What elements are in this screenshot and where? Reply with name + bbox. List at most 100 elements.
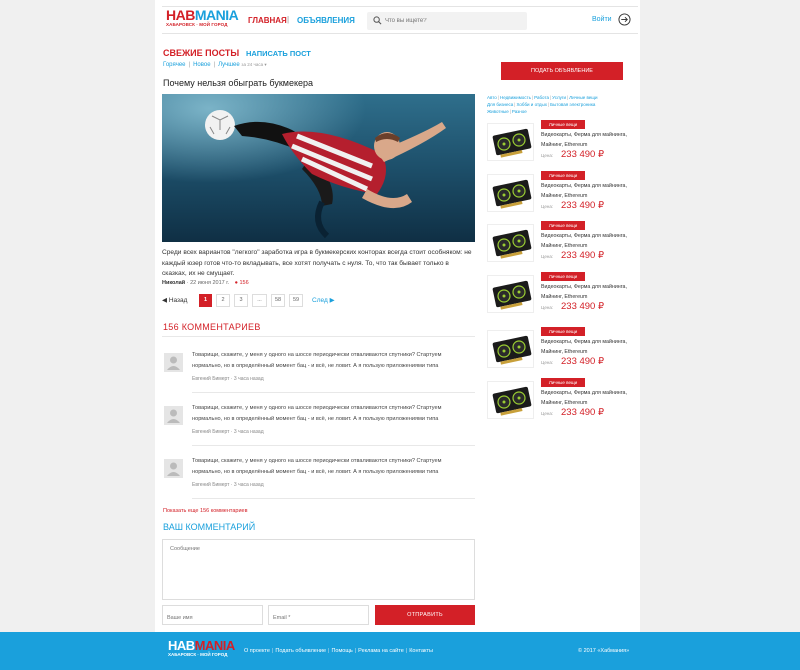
ad-title[interactable]: Видеокарты, Ферма для майнинга, Майнинг,…	[541, 182, 641, 201]
footer-logo-accent: MANIA	[194, 638, 236, 653]
footer-logo[interactable]: HABMANIA ХАБАРОВСК · МОЙ ГОРОД	[168, 639, 235, 663]
ad-title[interactable]: Видеокарты, Ферма для майнинга, Майнинг,…	[541, 232, 641, 251]
article-comment-count[interactable]: 156	[240, 280, 249, 286]
ad-category-badge[interactable]: Личные вещи	[541, 221, 585, 230]
category-link[interactable]: Недвижимость	[500, 95, 531, 100]
filter-sep: |	[213, 62, 216, 68]
nav-home[interactable]: Главная	[248, 16, 287, 25]
category-link[interactable]: Услуги	[552, 95, 566, 100]
category-link[interactable]: Разное	[512, 109, 527, 114]
category-link[interactable]: Хобби и отдых	[516, 102, 547, 107]
login-link[interactable]: Войти	[592, 16, 612, 23]
footer-logo-tagline: ХАБАРОВСК · МОЙ ГОРОД	[168, 652, 228, 657]
ad-card[interactable]: Личные вещи Видеокарты, Ферма для майнинг…	[487, 171, 637, 217]
ad-card[interactable]: Личные вещи Видеокарты, Ферма для майнинг…	[487, 327, 637, 373]
post-filters: Горячее | Новое | Лучшее за 24 часа ▾	[163, 62, 267, 68]
email-field[interactable]	[269, 609, 368, 627]
ad-card[interactable]: Личные вещи Видеокарты, Ферма для майнинг…	[487, 378, 637, 424]
avatar[interactable]	[164, 353, 183, 372]
ad-thumbnail[interactable]	[487, 123, 534, 161]
category-link[interactable]: Работа	[534, 95, 549, 100]
category-link[interactable]: Для бизнеса	[487, 102, 513, 107]
footer-link-advertising[interactable]: Реклама на сайте	[358, 648, 404, 654]
article-author[interactable]: Николай	[162, 280, 185, 286]
ad-thumbnail[interactable]	[487, 381, 534, 419]
name-field-wrap	[162, 605, 263, 627]
divider	[192, 392, 475, 393]
ad-card[interactable]: Личные вещи Видеокарты, Ферма для майнинг…	[487, 120, 637, 166]
show-more-comments-link[interactable]: Показать еще 156 комментариев	[163, 508, 248, 514]
gpu-image	[492, 280, 532, 310]
search-box[interactable]	[367, 12, 527, 30]
ad-price: 233 490 ₽	[561, 407, 605, 418]
login-arrow-icon[interactable]	[618, 13, 631, 26]
pager-ellipsis: ...	[252, 294, 267, 307]
ad-price: 233 490 ₽	[561, 200, 605, 211]
underwater-footballer-image	[162, 94, 475, 242]
ad-price-label: Цена:	[541, 254, 554, 259]
name-field[interactable]	[163, 609, 262, 627]
ad-thumbnail[interactable]	[487, 275, 534, 313]
comment-text: Товарищи, скажите, у меня у одного на шо…	[192, 458, 442, 475]
pager-page-1[interactable]: 1	[199, 294, 212, 307]
ad-card[interactable]: Личные вещи Видеокарты, Ферма для майнинг…	[487, 272, 637, 318]
pager-page-58[interactable]: 58	[271, 294, 285, 307]
site-logo[interactable]: HABMANIA ХАБАРОВСК · МОЙ ГОРОД	[166, 7, 239, 33]
footer-sep: |	[405, 648, 408, 654]
pager-prev[interactable]: ◀ Назад	[162, 296, 187, 304]
filter-hot[interactable]: Горячее	[163, 62, 186, 68]
page: HABMANIA ХАБАРОВСК · МОЙ ГОРОД Главная |…	[0, 0, 800, 670]
write-post-link[interactable]: Написать пост	[246, 49, 311, 58]
category-link[interactable]: Личные вещи	[569, 95, 597, 100]
pager-page-59[interactable]: 59	[289, 294, 303, 307]
comment-textarea-wrap	[162, 539, 475, 600]
ad-price: 233 490 ₽	[561, 149, 605, 160]
article-title[interactable]: Почему нельзя обыграть букмекера	[163, 78, 313, 88]
footer-link-about[interactable]: О проекте	[244, 648, 270, 654]
ad-price: 233 490 ₽	[561, 301, 605, 312]
ad-title[interactable]: Видеокарты, Ферма для майнинга, Майнинг,…	[541, 389, 641, 408]
ad-title[interactable]: Видеокарты, Ферма для майнинга, Майнинг,…	[541, 338, 641, 357]
ad-category-badge[interactable]: Личные вещи	[541, 327, 585, 336]
category-link[interactable]: Животные	[487, 109, 509, 114]
article-image[interactable]	[162, 94, 475, 242]
search-input[interactable]	[385, 14, 523, 28]
post-ad-button[interactable]: Подать объявление	[501, 62, 623, 80]
avatar[interactable]	[164, 406, 183, 425]
ad-category-badge[interactable]: Личные вещи	[541, 378, 585, 387]
footer-link-post-ad[interactable]: Подать объявление	[275, 648, 326, 654]
category-link[interactable]: Авто	[487, 95, 497, 100]
avatar[interactable]	[164, 459, 183, 478]
filter-new[interactable]: Новое	[193, 62, 210, 68]
ad-card[interactable]: Личные вещи Видеокарты, Ферма для майнинг…	[487, 221, 637, 267]
pager-page-2[interactable]: 2	[216, 294, 230, 307]
send-comment-button[interactable]: Отправить	[375, 605, 475, 625]
gpu-image	[492, 179, 532, 209]
comment-message-field[interactable]	[163, 540, 474, 599]
ad-category-badge[interactable]: Личные вещи	[541, 120, 585, 129]
article-meta: Николай · 22 июня 2017 г. ● 156	[162, 280, 249, 286]
ad-category-badge[interactable]: Личные вещи	[541, 272, 585, 281]
ad-thumbnail[interactable]	[487, 224, 534, 262]
logo-main: HAB	[166, 7, 195, 23]
ad-thumbnail[interactable]	[487, 174, 534, 212]
pager-next[interactable]: След ▶	[312, 296, 335, 304]
footer-link-contacts[interactable]: Контакты	[409, 648, 433, 654]
ad-title[interactable]: Видеокарты, Ферма для майнинга, Майнинг,…	[541, 131, 641, 150]
pager-page-3[interactable]: 3	[234, 294, 248, 307]
user-icon	[167, 356, 180, 370]
article-excerpt: Среди всех вариантов "легкого" заработка…	[162, 249, 472, 277]
category-link[interactable]: Бытовая электроника	[550, 102, 595, 107]
category-sep: |	[497, 95, 499, 100]
pagination: ◀ Назад 1 2 3 ... 58 59 След ▶	[162, 294, 475, 308]
nav-ads[interactable]: Объявления	[297, 16, 355, 25]
footer-link-help[interactable]: Помощь	[331, 648, 352, 654]
ad-thumbnail[interactable]	[487, 330, 534, 368]
filter-period-dropdown[interactable]: за 24 часа ▾	[241, 62, 266, 67]
comment-meta: Евгений Бимерт · 3 часа назад	[192, 376, 264, 382]
ad-title[interactable]: Видеокарты, Ферма для майнинга, Майнинг,…	[541, 283, 641, 302]
filter-best[interactable]: Лучшее	[218, 62, 240, 68]
gpu-image	[492, 386, 532, 416]
ad-category-badge[interactable]: Личные вещи	[541, 171, 585, 180]
gpu-image	[492, 229, 532, 259]
